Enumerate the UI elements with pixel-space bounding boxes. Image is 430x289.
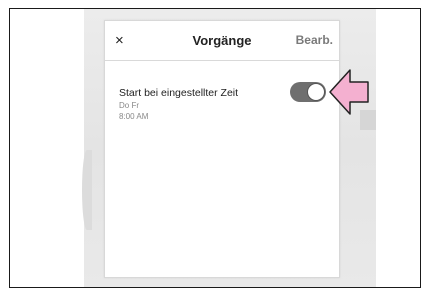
edit-button[interactable]: Bearb. [296, 33, 333, 47]
toggle-knob [307, 83, 325, 101]
background-shape-left [82, 150, 92, 230]
item-time: 8:00 AM [119, 112, 149, 121]
panel-header: × Vorgänge Bearb. [105, 21, 339, 61]
scheduled-start-toggle[interactable] [290, 82, 326, 102]
item-days: Do Fr [119, 101, 139, 110]
pointer-arrow-icon [329, 69, 369, 115]
processes-panel: × Vorgänge Bearb. Start bei eingestellte… [104, 20, 340, 278]
